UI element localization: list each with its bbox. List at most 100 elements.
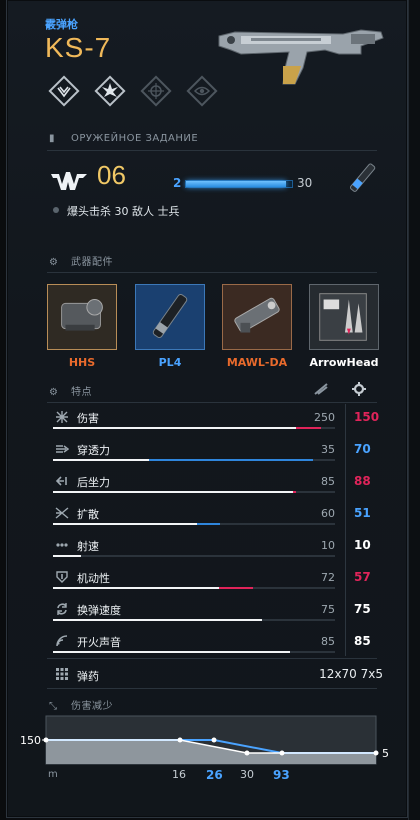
- assignment-section-title: ОРУЖЕЙНОЕ ЗАДАНИЕ: [71, 133, 199, 144]
- stat-column-separator: [345, 404, 346, 656]
- falloff-point: [373, 750, 379, 756]
- attachment-label: ArrowHead: [309, 356, 379, 369]
- falloff-point: [279, 750, 285, 756]
- stat-bar-base: [53, 651, 290, 653]
- reload-icon: [55, 602, 69, 616]
- stat-name: 伤害: [77, 412, 99, 425]
- penetration-icon: [55, 442, 70, 456]
- suppressor-icon: [152, 294, 188, 339]
- signal-bars-icon: ▮: [49, 133, 56, 144]
- burst-emblem-icon: [94, 75, 126, 107]
- attachment-slot[interactable]: [135, 284, 205, 350]
- stat-bar-base: [53, 587, 219, 589]
- stat-name: 射速: [77, 540, 99, 553]
- ammo-value: 12x70 7x5: [319, 667, 383, 681]
- stat-name: 开火声音: [77, 636, 121, 649]
- falloff-max-damage: 150: [20, 734, 41, 747]
- damage-falloff-chart: 150 5 m 16 26 30 93: [20, 715, 389, 782]
- falloff-point: [211, 737, 217, 743]
- shield-emblem-icon: [48, 75, 80, 107]
- stat-modified-value: 88: [354, 474, 371, 488]
- stat-bar-base: [53, 459, 149, 461]
- stat-bar: [53, 427, 335, 429]
- ammo-label: 弹药: [77, 670, 99, 683]
- stat-bar-base: [53, 427, 296, 429]
- stat-modified-value: 75: [354, 602, 371, 616]
- stat-modified-value: 10: [354, 538, 371, 552]
- assignment-level: 06: [97, 160, 126, 190]
- arrowhead-ammo-icon: [319, 293, 367, 341]
- weapon-name: KS-7: [45, 32, 112, 63]
- falloff-range-tick: 30: [240, 768, 254, 781]
- stat-modified-value: 51: [354, 506, 371, 520]
- assignment-progress-bar: [185, 180, 293, 188]
- progress-max: 30: [297, 176, 313, 190]
- falloff-range-tick: 16: [172, 768, 186, 781]
- stat-modified-value: 57: [354, 570, 371, 584]
- attachment-label: MAWL-DA: [226, 356, 288, 369]
- falloff-min-damage: 5: [382, 747, 389, 760]
- with-attachments-icon: [352, 382, 366, 396]
- stat-modified-value: 70: [354, 442, 371, 456]
- spread-icon: [55, 506, 69, 520]
- falloff-range-tick: 93: [273, 768, 290, 782]
- window-right-edge: [408, 0, 420, 820]
- assignment-progress-fill: [186, 181, 286, 187]
- stat-bar-delta: [293, 491, 296, 493]
- stat-base-value: 85: [321, 475, 335, 488]
- stat-bar: [53, 619, 335, 621]
- stat-base-value: 75: [321, 603, 335, 616]
- features-section-title: 特点: [71, 387, 92, 398]
- falloff-point: [177, 737, 183, 743]
- task-bullet: [53, 207, 59, 213]
- holo-sight-icon: [61, 299, 103, 331]
- stat-name: 穿透力: [77, 444, 110, 457]
- stat-name: 扩散: [77, 508, 99, 521]
- mobility-icon: [55, 570, 69, 584]
- stat-bar-base: [53, 491, 293, 493]
- assignment-task: 爆头击杀 30 敌人 士兵: [67, 205, 180, 218]
- gear-icon: ⚙: [49, 257, 59, 268]
- stat-name: 机动性: [77, 572, 110, 585]
- divider: [47, 150, 377, 151]
- stat-base-value: 72: [321, 571, 335, 584]
- stat-bar: [53, 555, 335, 557]
- attachment-slot[interactable]: [222, 284, 292, 350]
- stat-modified-value: 150: [354, 410, 380, 424]
- crosshair-emblem-icon: [140, 75, 172, 107]
- rate-of-fire-icon: [55, 538, 69, 552]
- attachment-slot[interactable]: [309, 284, 379, 350]
- sound-icon: [55, 634, 69, 648]
- divider: [47, 402, 377, 403]
- divider: [47, 272, 377, 273]
- attachments-section-title: 武器配件: [71, 257, 113, 268]
- stat-base-value: 60: [321, 507, 335, 520]
- stat-bar-base: [53, 523, 197, 525]
- stat-base-value: 85: [321, 635, 335, 648]
- attachments-section-header: ⚙ 武器配件: [49, 253, 113, 268]
- weapon-class: 霰弹枪: [45, 18, 78, 31]
- attachment-label: PL4: [158, 356, 182, 369]
- stat-bar-delta: [197, 523, 220, 525]
- gear-icon: ⚙: [49, 387, 59, 398]
- stat-bar: [53, 491, 335, 493]
- attachment-slot[interactable]: [47, 284, 117, 350]
- warface-logo-icon: [51, 172, 87, 190]
- ammo-icon: [56, 668, 68, 680]
- stat-bar-base: [53, 619, 262, 621]
- stat-bar-delta: [296, 427, 321, 429]
- stat-base-value: 35: [321, 443, 335, 456]
- weapon-badges: [47, 74, 227, 108]
- suppressor-reward-icon: [349, 163, 376, 192]
- recoil-icon: [55, 474, 69, 488]
- falloff-range-tick: 26: [206, 768, 223, 782]
- falloff-point: [244, 750, 250, 756]
- stat-bar: [53, 459, 335, 461]
- progress-current: 2: [173, 176, 182, 190]
- shotgun-image: [218, 29, 384, 85]
- weapon-details-panel: 霰弹枪 KS-7 ▮ ОРУЖЕЙНОЕ ЗАДАНИЕ 06 2 30 爆头击…: [6, 0, 408, 818]
- stat-name: 换弹速度: [77, 604, 121, 617]
- stat-base-value: 250: [314, 411, 335, 424]
- stat-bar-delta: [149, 459, 313, 461]
- features-section-header: ⚙ 特点: [49, 383, 92, 398]
